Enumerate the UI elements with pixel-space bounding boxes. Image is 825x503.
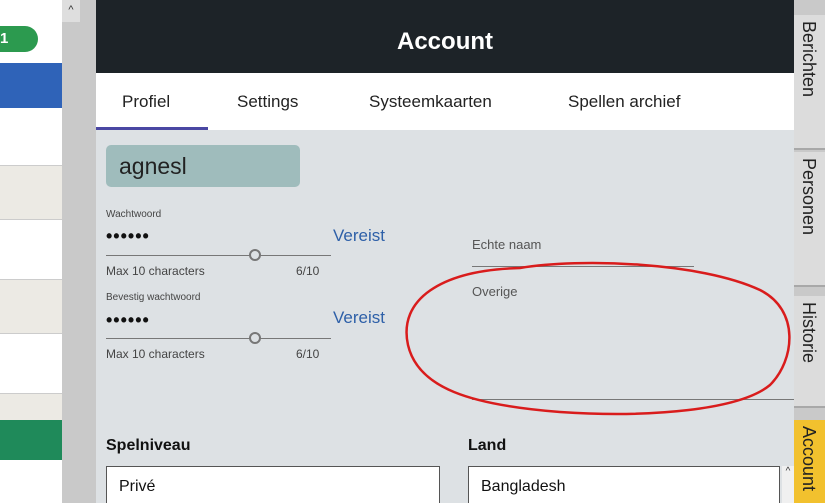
left-scrollbar[interactable] (62, 0, 80, 503)
tab-profiel[interactable]: Profiel (96, 73, 208, 130)
tab-spellen-archief[interactable]: Spellen archief (568, 73, 680, 130)
scroll-up-arrow-icon[interactable]: ^ (62, 0, 80, 22)
side-tab-label: Historie (799, 302, 819, 364)
side-tab-account[interactable]: Account (794, 420, 825, 503)
list-item[interactable] (0, 108, 62, 163)
confirm-password-label: Bevestig wachtwoord (106, 292, 201, 303)
list-item[interactable] (0, 279, 62, 334)
side-tab-historie[interactable]: Historie (794, 296, 825, 408)
side-tab-label: Berichten (799, 21, 819, 98)
other-textarea[interactable] (472, 399, 794, 400)
list-item[interactable] (0, 165, 62, 220)
side-tab-label: Personen (799, 158, 819, 236)
confirm-password-required: Vereist (333, 308, 385, 327)
side-tab-personen[interactable]: Personen (794, 152, 825, 287)
list-item[interactable] (0, 336, 62, 391)
password-hint: Max 10 characters (106, 264, 205, 278)
country-label: Land (468, 437, 507, 454)
count-badge: 1 (0, 26, 38, 52)
password-label: Wachtwoord (106, 209, 162, 220)
password-counter: 6/10 (296, 264, 320, 278)
tab-settings[interactable]: Settings (237, 73, 298, 130)
tab-bar: Profiel Settings Systeemkaarten Spellen … (96, 73, 794, 130)
password-visibility-toggle-icon[interactable] (249, 249, 261, 261)
page-title: Account (96, 10, 794, 73)
confirm-password-underline (106, 338, 331, 339)
left-list-panel: 1 (0, 0, 62, 503)
skill-level-select[interactable]: Privé (106, 466, 440, 503)
real-name-label: Echte naam (472, 237, 542, 252)
list-item-selected[interactable] (0, 63, 62, 108)
real-name-input[interactable] (472, 266, 694, 267)
password-underline (106, 255, 331, 256)
account-panel: Account Profiel Settings Systeemkaarten … (96, 0, 794, 503)
confirm-password-hint: Max 10 characters (106, 347, 205, 361)
country-select[interactable]: Bangladesh (468, 466, 780, 503)
side-tab-label: Account (799, 426, 819, 492)
list-item[interactable] (0, 393, 62, 420)
side-tab-bar: Berichten Personen Historie Account (794, 0, 825, 503)
other-label: Overige (472, 284, 518, 299)
confirm-password-counter: 6/10 (296, 347, 320, 361)
header-band (96, 0, 794, 10)
panel-gutter (80, 0, 96, 503)
list-item[interactable] (0, 222, 62, 277)
side-tab-berichten[interactable]: Berichten (794, 15, 825, 150)
confirm-password-visibility-toggle-icon[interactable] (249, 332, 261, 344)
country-scroll-arrow-icon[interactable]: ^ (782, 466, 794, 503)
tab-systeemkaarten[interactable]: Systeemkaarten (369, 73, 492, 130)
password-required: Vereist (333, 226, 385, 245)
confirm-password-input[interactable]: •••••• (106, 310, 150, 331)
username-field[interactable]: agnesl (106, 145, 300, 187)
list-item[interactable] (0, 460, 62, 503)
skill-level-label: Spelniveau (106, 437, 191, 454)
list-item-green[interactable] (0, 420, 62, 460)
password-input[interactable]: •••••• (106, 226, 150, 247)
